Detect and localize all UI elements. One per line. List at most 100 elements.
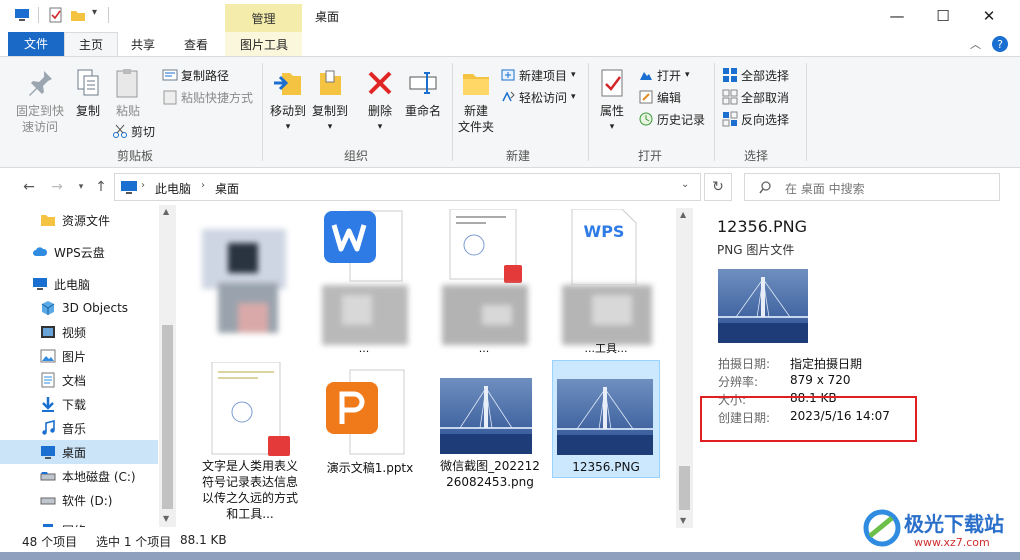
sidebar-item-label: 下载 <box>62 397 87 412</box>
invert-selection-button[interactable]: 反向选择 <box>722 109 789 129</box>
sidebar-item-this-pc[interactable]: 此电脑 <box>0 272 158 296</box>
file-item[interactable] <box>190 207 298 357</box>
maximize-button[interactable]: ☐ <box>920 0 966 32</box>
tab-home[interactable]: 主页 <box>64 32 118 56</box>
sidebar-item-label: 资源文件 <box>62 213 111 228</box>
scroll-down-icon[interactable]: ▼ <box>163 514 169 523</box>
sidebar-item-documents[interactable]: 文档 <box>0 368 158 392</box>
select-none-button[interactable]: 全部取消 <box>722 87 789 107</box>
file-item[interactable]: 微信截图_20221226082453.png <box>436 360 544 510</box>
sidebar-item-videos[interactable]: 视频 <box>0 320 158 344</box>
copy-button[interactable]: 复制 <box>70 67 106 119</box>
breadcrumb-desktop[interactable]: 桌面 <box>215 180 239 197</box>
sidebar-item-drive-c[interactable]: 本地磁盘 (C:) <box>0 464 158 488</box>
tab-share[interactable]: 共享 <box>120 32 166 56</box>
history-label: 历史记录 <box>657 112 706 127</box>
cut-button[interactable]: 剪切 <box>112 121 155 141</box>
breadcrumb-chevron-icon[interactable]: › <box>141 180 145 191</box>
file-item[interactable]: WPS ...工具... <box>552 207 660 357</box>
file-list-scrollbar[interactable]: ▲ ▼ <box>676 208 693 528</box>
rename-button[interactable]: 重命名 <box>402 67 444 119</box>
delete-dropdown-icon: ▾ <box>377 122 383 132</box>
sidebar-item-music[interactable]: 音乐 <box>0 416 158 440</box>
ribbon-separator <box>714 63 715 161</box>
rename-label: 重命名 <box>404 104 441 118</box>
sidebar-item-pictures[interactable]: 图片 <box>0 344 158 368</box>
minimize-button[interactable]: — <box>874 0 920 32</box>
wps-writer-icon <box>324 210 403 282</box>
easy-access-button[interactable]: 轻松访问 ▾ <box>500 87 576 107</box>
help-icon[interactable]: ? <box>992 36 1008 52</box>
scroll-up-icon[interactable]: ▲ <box>680 210 686 219</box>
sidebar-item-label: 图片 <box>62 349 87 364</box>
paste-button[interactable]: 粘贴 <box>110 67 146 119</box>
scroll-up-icon[interactable]: ▲ <box>163 207 169 216</box>
file-item[interactable]: ... <box>430 207 538 357</box>
paste-shortcut-icon <box>163 90 177 105</box>
refresh-button[interactable]: ↻ <box>704 173 732 201</box>
forward-button[interactable]: → <box>46 176 68 198</box>
move-to-button[interactable]: 移动到 ▾ <box>268 67 308 135</box>
tab-file[interactable]: 文件 <box>8 32 64 56</box>
address-dropdown-icon[interactable]: ⌄ <box>681 179 689 190</box>
copy-path-button[interactable]: 复制路径 <box>162 65 229 85</box>
new-folder-button[interactable]: 新建 文件夹 <box>456 67 496 135</box>
sidebar-item-wps-cloud[interactable]: WPS云盘 <box>0 240 158 264</box>
back-button[interactable]: ← <box>18 176 40 198</box>
breadcrumb-this-pc[interactable]: 此电脑 <box>155 180 191 197</box>
scroll-down-icon[interactable]: ▼ <box>680 516 686 525</box>
properties-label: 属性 <box>599 104 624 118</box>
context-tab-manage[interactable]: 管理 <box>225 4 302 32</box>
close-button[interactable]: ✕ <box>966 0 1012 32</box>
edit-button[interactable]: 编辑 <box>638 87 681 107</box>
blurred-label-thumbnail <box>562 285 652 345</box>
select-all-button[interactable]: 全部选择 <box>722 65 789 85</box>
file-item-selected[interactable]: 12356.PNG <box>552 360 660 478</box>
copy-to-button[interactable]: 复制到 ▾ <box>310 67 350 135</box>
properties-button[interactable]: 属性 ▾ <box>594 67 630 135</box>
file-name: 12356.PNG <box>572 460 640 474</box>
pdf-document-thumbnail <box>449 209 522 283</box>
sidebar-item-drive-d[interactable]: 软件 (D:) <box>0 488 158 512</box>
properties-icon <box>601 69 623 97</box>
sidebar-item-downloads[interactable]: 下载 <box>0 392 158 416</box>
delete-button[interactable]: 删除 ▾ <box>362 67 398 135</box>
bridge-image-thumbnail <box>440 378 532 454</box>
up-button[interactable]: ↑ <box>90 176 112 198</box>
sidebar-item-desktop[interactable]: 桌面 <box>0 440 158 464</box>
sidebar-item-network[interactable]: 网络 <box>0 518 158 527</box>
collapse-ribbon-icon[interactable]: ︿ <box>970 36 981 52</box>
sidebar-scroll-thumb[interactable] <box>162 325 173 509</box>
file-list-scroll-thumb[interactable] <box>679 466 690 510</box>
select-none-icon <box>722 89 738 105</box>
watermark-text: 极光下载站 <box>904 512 1004 536</box>
tab-view[interactable]: 查看 <box>172 32 220 56</box>
desktop-icon <box>41 446 55 459</box>
invert-selection-icon <box>722 111 738 127</box>
ribbon-separator <box>588 63 589 161</box>
new-folder-icon[interactable] <box>70 7 86 23</box>
properties-icon[interactable] <box>48 7 64 23</box>
search-box[interactable]: 在 桌面 中搜索 <box>744 173 1000 201</box>
tab-picture-tools[interactable]: 图片工具 <box>228 32 300 56</box>
sidebar-item-resource-files[interactable]: 资源文件 <box>0 208 158 232</box>
file-item[interactable]: 文字是人类用表义符号记录表达信息以传之久远的方式和工具... <box>196 360 304 526</box>
prop-date-taken-value[interactable]: 指定拍摄日期 <box>790 355 862 372</box>
file-item[interactable]: 演示文稿1.pptx <box>316 360 424 480</box>
new-item-button[interactable]: 新建项目 ▾ <box>500 65 576 85</box>
computer-icon[interactable] <box>14 7 30 23</box>
quick-access-dropdown-icon[interactable]: ▾ <box>92 7 97 18</box>
breadcrumb-chevron-icon[interactable]: › <box>201 180 205 191</box>
file-item[interactable]: ... <box>310 207 418 357</box>
open-label: 打开 <box>657 68 682 83</box>
sidebar-item-3d-objects[interactable]: 3D Objects <box>0 296 158 320</box>
open-button[interactable]: 打开 ▾ <box>638 65 690 85</box>
address-bar[interactable]: › 此电脑 › 桌面 ⌄ <box>114 173 701 201</box>
sidebar-scrollbar[interactable]: ▲ ▼ <box>159 205 176 527</box>
history-button[interactable]: 历史记录 <box>638 109 705 129</box>
recent-locations-dropdown-icon[interactable]: ▾ <box>70 176 92 198</box>
paste-shortcut-button[interactable]: 粘贴快捷方式 <box>162 87 253 107</box>
details-filetype: PNG 图片文件 <box>717 243 795 257</box>
file-name-truncated: ... <box>358 342 370 355</box>
pin-quick-access-button[interactable]: 固定到快 速访问 <box>12 67 68 135</box>
